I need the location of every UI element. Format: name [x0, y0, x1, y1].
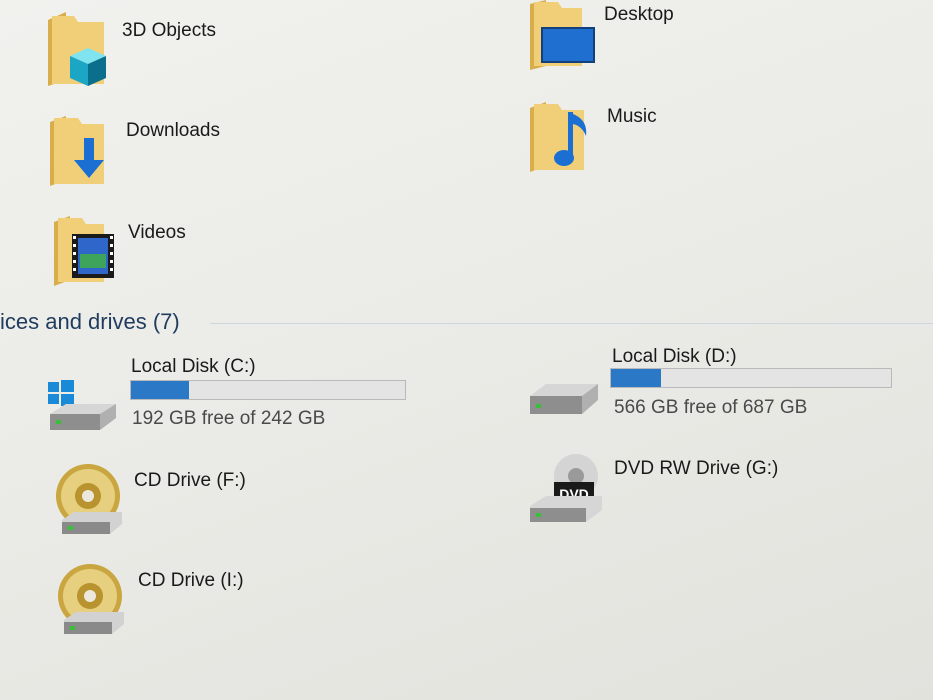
section-header-devices-and-drives[interactable]: ices and drives (7): [0, 309, 180, 335]
folder-3d-objects[interactable]: 3D Objects: [44, 6, 284, 88]
drive-free-space: 192 GB free of 242 GB: [132, 408, 326, 429]
windows-drive-icon: [48, 380, 116, 430]
drive-cd-f[interactable]: CD Drive (F:): [50, 462, 350, 542]
downloads-icon: [50, 116, 104, 186]
folder-desktop[interactable]: Desktop: [526, 0, 766, 72]
videos-icon: [54, 216, 114, 286]
drive-usage-bar: [610, 368, 892, 388]
drive-local-disk-d[interactable]: Local Disk (D:) 566 GB free of 687 GB: [526, 342, 906, 428]
drive-dvd-rw-g[interactable]: DVD DVD RW Drive (G:): [528, 452, 848, 532]
drive-usage-fill: [131, 381, 189, 399]
cd-drive-icon: [56, 464, 122, 534]
cd-drive-icon: [58, 564, 124, 634]
drive-label: Local Disk (C:): [131, 356, 256, 377]
drive-label: CD Drive (I:): [138, 570, 244, 591]
drive-cd-i[interactable]: CD Drive (I:): [52, 562, 352, 642]
folder-label: 3D Objects: [122, 20, 216, 41]
drive-label: DVD RW Drive (G:): [614, 458, 779, 479]
section-divider: [210, 323, 933, 324]
folder-videos[interactable]: Videos: [52, 216, 292, 288]
drive-usage-bar: [130, 380, 406, 400]
drive-free-space: 566 GB free of 687 GB: [614, 397, 808, 418]
folder-music[interactable]: Music: [528, 100, 768, 176]
3d-objects-icon: [48, 12, 106, 86]
dvd-drive-icon: DVD: [530, 454, 602, 522]
desktop-icon: [530, 0, 595, 70]
folder-label: Downloads: [126, 120, 220, 141]
folder-label: Desktop: [604, 4, 674, 25]
drive-usage-fill: [611, 369, 662, 387]
folder-label: Music: [607, 106, 657, 127]
folder-label: Videos: [128, 222, 186, 243]
drive-label: CD Drive (F:): [134, 470, 246, 491]
drive-label: Local Disk (D:): [612, 346, 737, 367]
music-icon: [530, 102, 587, 172]
hard-drive-icon: [530, 384, 598, 414]
drive-local-disk-c[interactable]: Local Disk (C:) 192 GB free of 242 GB: [44, 352, 424, 438]
folder-downloads[interactable]: Downloads: [48, 112, 288, 188]
